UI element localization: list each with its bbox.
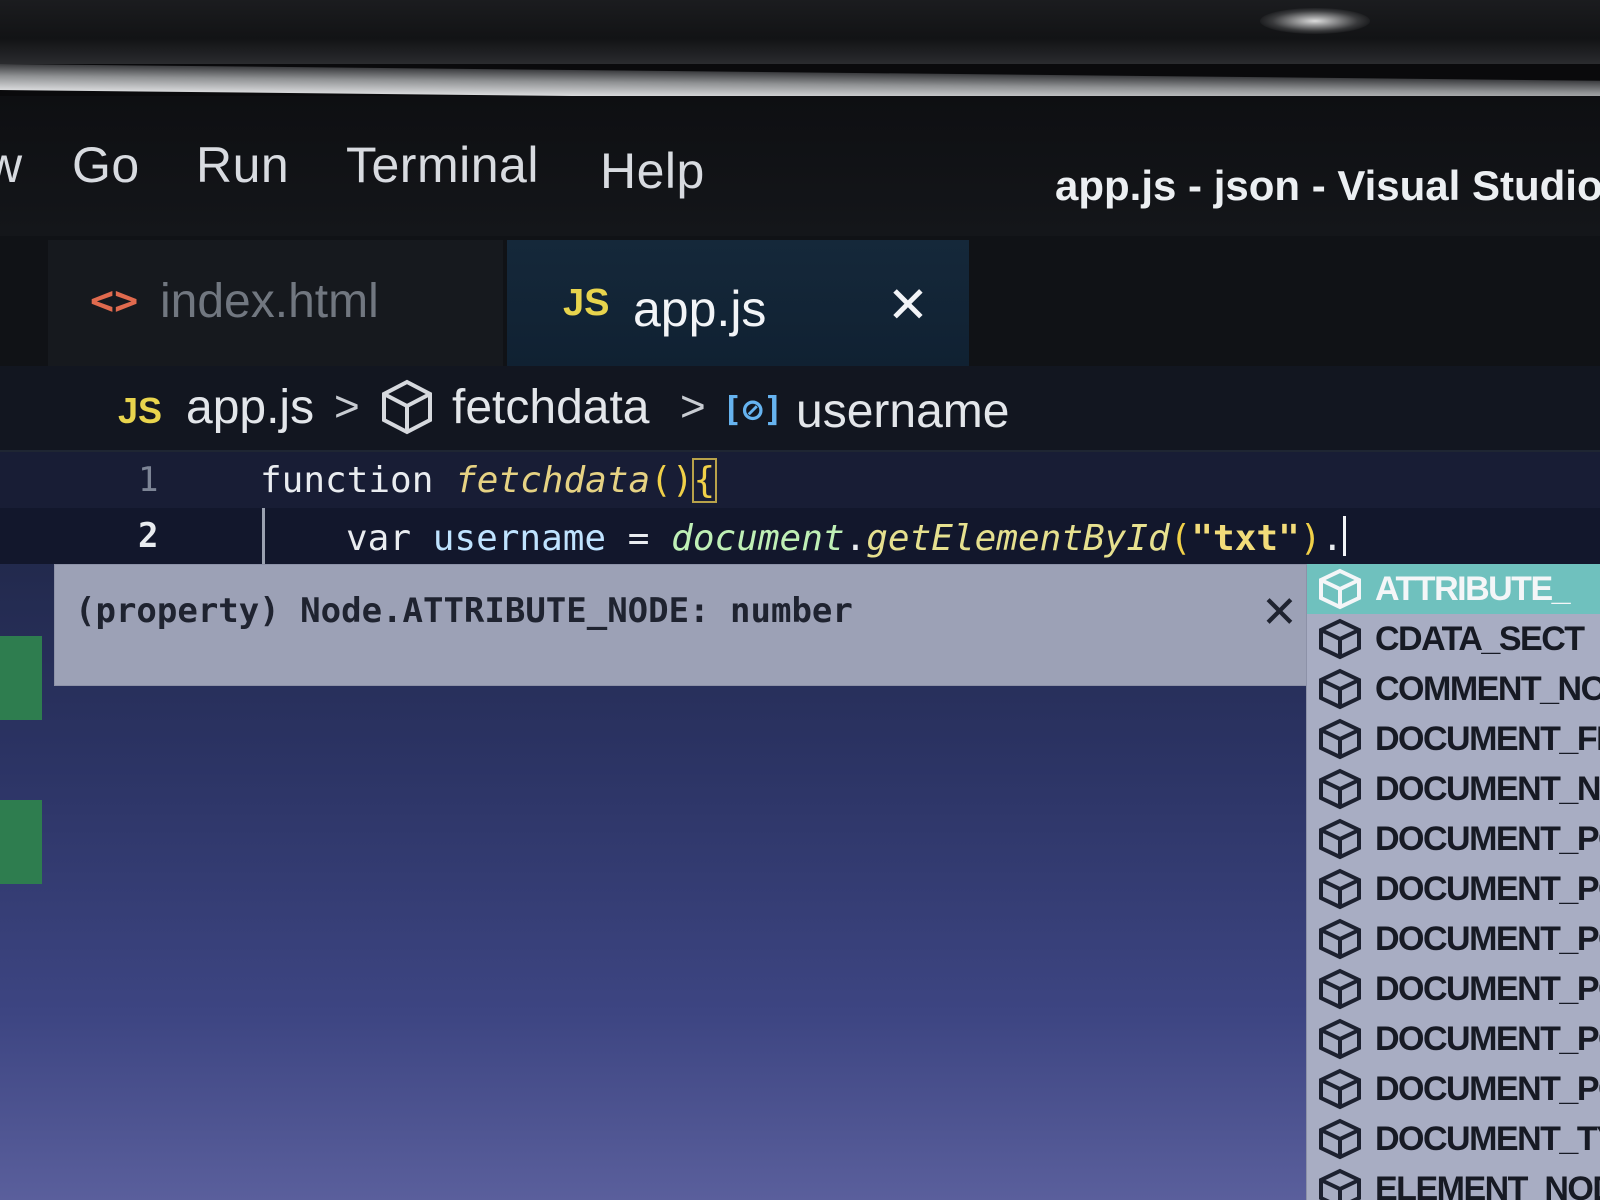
breadcrumb-variable[interactable]: username [796,384,1009,439]
suggestion-item[interactable]: DOCUMENT_PO [1307,814,1600,864]
suggestion-label: DOCUMENT_PO [1375,820,1600,858]
variable-icon: [⊘] [722,390,784,430]
constant-cube-icon [1317,768,1363,810]
suggestion-label: DOCUMENT_FI [1375,720,1600,758]
suggestion-label: COMMENT_NO [1375,670,1600,708]
constant-cube-icon [1317,1168,1363,1200]
function-name-token: fetchdata [455,460,651,501]
chevron-right-icon: > [334,382,360,431]
menu-go[interactable]: Go [72,136,140,194]
suggestion-item[interactable]: CDATA_SECT [1307,614,1600,664]
keyword-token: var [346,518,412,559]
object-token: document [671,518,845,559]
constant-cube-icon [1317,618,1363,660]
code-line-1[interactable]: 1 function fetchdata(){ [0,452,1600,508]
photo-of-monitor: w Go Run Terminal Help app.js - json - V… [0,0,1600,1200]
suggestion-item[interactable]: DOCUMENT_NO [1307,764,1600,814]
constant-cube-icon [1317,868,1363,910]
tab-app-js[interactable]: JS app.js ✕ [507,240,969,366]
brace-token: { [691,458,718,503]
suggestion-item[interactable]: ATTRIBUTE_ [1307,564,1600,614]
suggestion-item[interactable]: DOCUMENT_PO [1307,864,1600,914]
suggestion-label: DOCUMENT_PO [1375,870,1600,908]
suggestion-label: ATTRIBUTE_ [1375,570,1571,608]
paren-token: () [650,460,694,501]
close-icon[interactable]: ✕ [1261,587,1298,638]
suggestion-label: DOCUMENT_PO [1375,1070,1600,1108]
breadcrumb: JS app.js > fetchdata > [⊘] username [0,366,1600,452]
git-change-marker [0,800,42,884]
menu-help[interactable]: Help [600,142,705,200]
suggestion-label: DOCUMENT_TYP [1375,1120,1600,1158]
tab-index-html[interactable]: <> index.html [48,240,503,366]
menu-view[interactable]: w [0,136,23,194]
html-file-icon: <> [90,278,139,324]
vscode-window: w Go Run Terminal Help app.js - json - V… [0,96,1600,1200]
menu-run[interactable]: Run [196,136,289,194]
keyword-token: function [260,460,434,501]
dot-token: . [1321,518,1344,559]
menu-bar: w Go Run Terminal Help app.js - json - V… [0,96,1600,236]
suggestion-label: DOCUMENT_NO [1375,770,1600,808]
operator-token: = [627,518,650,559]
code-line-2[interactable]: 2 var username = document.getElementById… [0,508,1600,564]
js-file-icon: JS [118,390,163,431]
constant-cube-icon [1317,968,1363,1010]
js-file-icon: JS [563,282,610,324]
paren-token: ) [1299,518,1322,559]
suggestion-label: DOCUMENT_PO [1375,970,1600,1008]
suggestion-label: DOCUMENT_PO [1375,920,1600,958]
suggestion-label: ELEMENT_NODE [1375,1170,1600,1200]
string-token: "txt" [1191,518,1300,559]
tab-label: app.js [633,281,767,337]
window-title: app.js - json - Visual Studio [1055,162,1600,209]
constant-cube-icon [1317,918,1363,960]
code-editor[interactable]: 1 function fetchdata(){ 2 var username =… [0,452,1600,1200]
constant-cube-icon [1317,818,1363,860]
monitor-bezel [0,0,1600,64]
line-number: 2 [138,516,159,556]
close-icon[interactable]: ✕ [887,276,929,334]
tab-label: index.html [160,275,379,328]
chevron-right-icon: > [680,382,706,431]
constant-cube-icon [1317,1068,1363,1110]
suggestion-item[interactable]: DOCUMENT_PO [1307,1064,1600,1114]
suggestion-item[interactable]: DOCUMENT_PO [1307,914,1600,964]
breadcrumb-file[interactable]: app.js [186,380,314,435]
variable-token: username [432,518,607,559]
details-signature: (property) Node.ATTRIBUTE_NODE: number [75,591,853,631]
constant-cube-icon [1317,718,1363,760]
line-number: 1 [138,460,159,500]
suggestion-item[interactable]: DOCUMENT_TYP [1307,1114,1600,1164]
suggestion-label: CDATA_SECT [1375,620,1585,658]
constant-cube-icon [1317,1118,1363,1160]
editor-tab-bar: <> index.html JS app.js ✕ [0,236,1600,366]
suggestion-list[interactable]: ATTRIBUTE_ CDATA_SECT COMMENT_NO DOCUMENT_F… [1306,564,1600,1200]
suggestion-label: DOCUMENT_PO [1375,1020,1600,1058]
paren-token: ( [1169,518,1192,559]
breadcrumb-function[interactable]: fetchdata [452,380,649,435]
constant-cube-icon [1317,668,1363,710]
suggestion-details-panel: (property) Node.ATTRIBUTE_NODE: number ✕ [54,564,1308,686]
menu-terminal[interactable]: Terminal [346,136,539,194]
cube-icon [380,378,434,448]
constant-cube-icon [1317,568,1363,610]
code-content: function fetchdata(){ [260,458,718,503]
suggestion-item[interactable]: ELEMENT_NODE [1307,1164,1600,1200]
indent-guide [262,508,265,564]
bezel-reflection [1260,8,1370,34]
method-token: getElementById [866,518,1170,559]
suggestion-item[interactable]: DOCUMENT_PO [1307,1014,1600,1064]
suggestion-item[interactable]: DOCUMENT_PO [1307,964,1600,1014]
suggestion-item[interactable]: COMMENT_NO [1307,664,1600,714]
constant-cube-icon [1317,1018,1363,1060]
dot-token: . [844,518,867,559]
code-content: var username = document.getElementById("… [346,516,1347,559]
text-cursor [1343,516,1347,556]
suggestion-item[interactable]: DOCUMENT_FI [1307,714,1600,764]
